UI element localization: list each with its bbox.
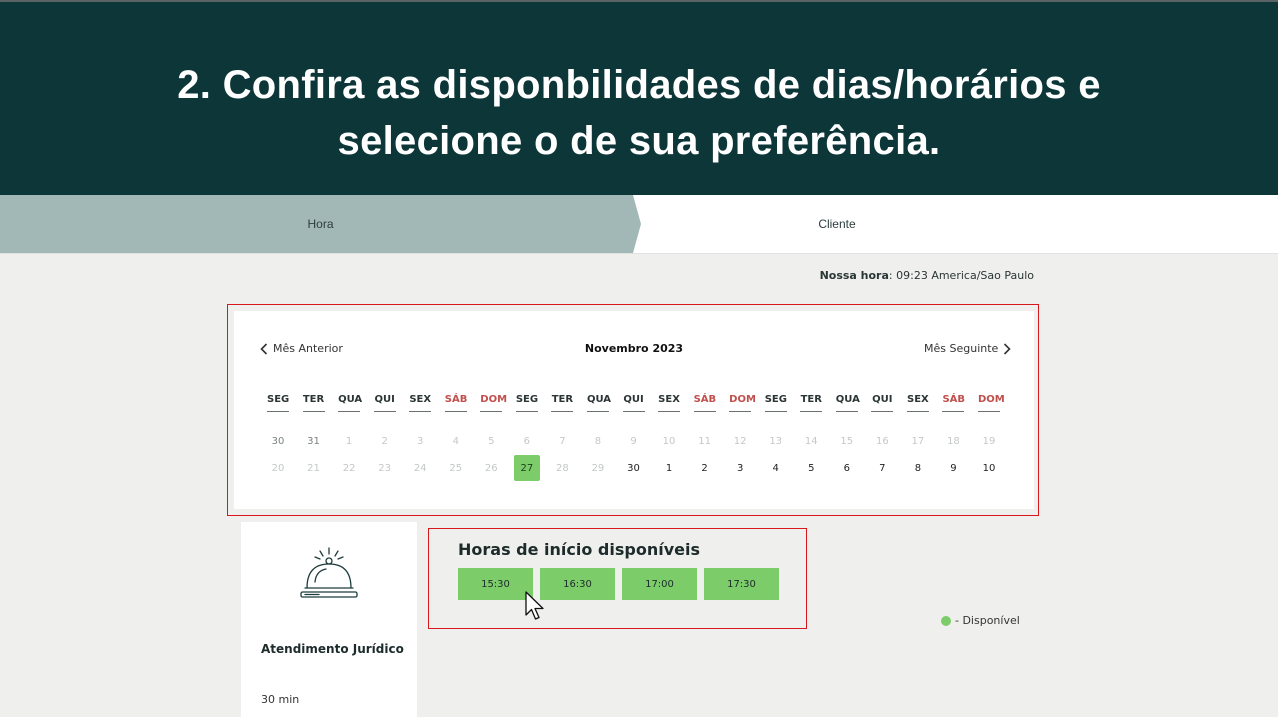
weekday-16: QUA [835, 394, 860, 412]
weekday-5: SÁB [444, 394, 467, 412]
calendar-day: 21 [307, 462, 320, 474]
weekday-13: DOM [729, 394, 756, 412]
weekday-8: TER [551, 394, 574, 412]
time-slot-1630[interactable]: 16:30 [540, 568, 615, 600]
calendar-day: 5 [488, 435, 495, 447]
weekday-18: SEX [906, 394, 929, 412]
calendar-day[interactable]: 5 [798, 455, 824, 481]
calendar-day[interactable]: 10 [976, 455, 1002, 481]
weekday-14: SEG [764, 394, 787, 412]
calendar-day: 8 [594, 435, 602, 447]
banner-title-line1: 2. Confira as disponbilidades de dias/ho… [177, 63, 1101, 107]
calendar-day: 19 [982, 435, 996, 447]
calendar-day: 6 [523, 435, 531, 447]
calendar-day: 17 [911, 435, 925, 447]
calendar-day: 23 [378, 462, 391, 474]
mouse-cursor-icon [525, 591, 544, 620]
weekday-12: SÁB [693, 394, 716, 412]
calendar-day: 3 [417, 435, 424, 447]
banner-title-line2: selecione o de sua preferência. [337, 119, 941, 163]
next-month-label: Mês Seguinte [924, 342, 999, 355]
weekday-20: DOM [978, 394, 1005, 412]
legend-label: - Disponível [955, 614, 1020, 627]
calendar-day: 16 [875, 435, 889, 447]
booking-steps: Hora Cliente [0, 195, 1278, 254]
weekday-15: TER [800, 394, 823, 412]
calendar-day: 12 [733, 435, 747, 447]
time-slot-1730[interactable]: 17:30 [704, 568, 779, 600]
calendar-day[interactable]: 8 [905, 455, 931, 481]
prev-month-button[interactable]: Mês Anterior [260, 342, 343, 355]
weekday-19: SÁB [942, 394, 965, 412]
next-month-button[interactable]: Mês Seguinte [924, 342, 1011, 355]
calendar-day[interactable]: 2 [692, 455, 718, 481]
legend: - Disponível [941, 614, 1020, 627]
calendar-day: 29 [591, 462, 605, 474]
weekday-17: QUI [871, 394, 894, 412]
time-slot-1530[interactable]: 15:30 [458, 568, 533, 600]
service-bell-icon [300, 547, 358, 598]
weekday-10: QUI [622, 394, 645, 412]
calendar-day[interactable]: 9 [940, 455, 966, 481]
calendar-day[interactable]: 7 [869, 455, 895, 481]
weekday-11: SEX [658, 394, 681, 412]
service-name: Atendimento Jurídico [261, 642, 404, 656]
calendar-day[interactable]: 6 [834, 455, 860, 481]
available-dot-icon [941, 615, 951, 626]
calendar-day[interactable]: 1 [656, 455, 682, 481]
calendar-day: 18 [947, 435, 960, 447]
calendar-day: 9 [630, 435, 637, 447]
weekday-9: QUA [586, 394, 611, 412]
time-slot-1700[interactable]: 17:00 [622, 568, 697, 600]
chevron-right-icon [1004, 342, 1011, 355]
calendar-day: 26 [484, 462, 498, 474]
calendar-day: 31 [307, 435, 320, 447]
step-cliente[interactable]: Cliente [641, 195, 1033, 253]
calendar-day: 24 [413, 462, 427, 474]
calendar-day: 4 [452, 435, 459, 447]
step-hora[interactable]: Hora [0, 195, 641, 253]
current-time: Nossa hora: 09:23 America/Sao Paulo [0, 269, 1034, 282]
current-time-value: : 09:23 America/Sao Paulo [888, 269, 1034, 282]
calendar-day: 10 [662, 435, 676, 447]
current-time-label: Nossa hora [819, 269, 889, 282]
weekday-4: SEX [409, 394, 432, 412]
calendar-day: 28 [556, 462, 569, 474]
calendar-day[interactable]: 3 [727, 455, 753, 481]
step-cliente-label: Cliente [818, 217, 856, 231]
calendar-day: 14 [804, 435, 818, 447]
weekday-6: DOM [480, 394, 507, 412]
calendar-day: 20 [271, 462, 285, 474]
calendar-day-selected[interactable]: 27 [513, 455, 540, 481]
calendar-day: 22 [342, 462, 356, 474]
calendar-day: 2 [381, 435, 388, 447]
calendar-day: 15 [840, 435, 854, 447]
calendar-day: 13 [769, 435, 783, 447]
weekday-7: SEG [515, 394, 538, 412]
calendar-day[interactable]: 30 [621, 455, 647, 481]
weekday-1: TER [302, 394, 325, 412]
calendar-day: 25 [449, 462, 463, 474]
calendar-day: 7 [559, 435, 566, 447]
service-duration: 30 min [261, 693, 300, 706]
calendar-day: 1 [345, 435, 353, 447]
calendar-day: 11 [698, 435, 711, 447]
weekday-2: QUA [338, 394, 362, 412]
service-card [241, 522, 417, 717]
prev-month-label: Mês Anterior [273, 342, 343, 355]
weekday-3: QUI [373, 394, 396, 412]
calendar-day: 30 [271, 435, 285, 447]
month-title: Novembro 2023 [584, 342, 684, 355]
calendar-day[interactable]: 4 [763, 455, 789, 481]
weekday-0: SEG [267, 394, 289, 412]
times-title: Horas de início disponíveis [458, 540, 700, 559]
step-hora-label: Hora [307, 217, 334, 231]
instruction-banner: 2. Confira as disponbilidades de dias/ho… [0, 2, 1278, 195]
chevron-left-icon [260, 342, 268, 355]
banner-title: 2. Confira as disponbilidades de dias/ho… [0, 57, 1278, 169]
